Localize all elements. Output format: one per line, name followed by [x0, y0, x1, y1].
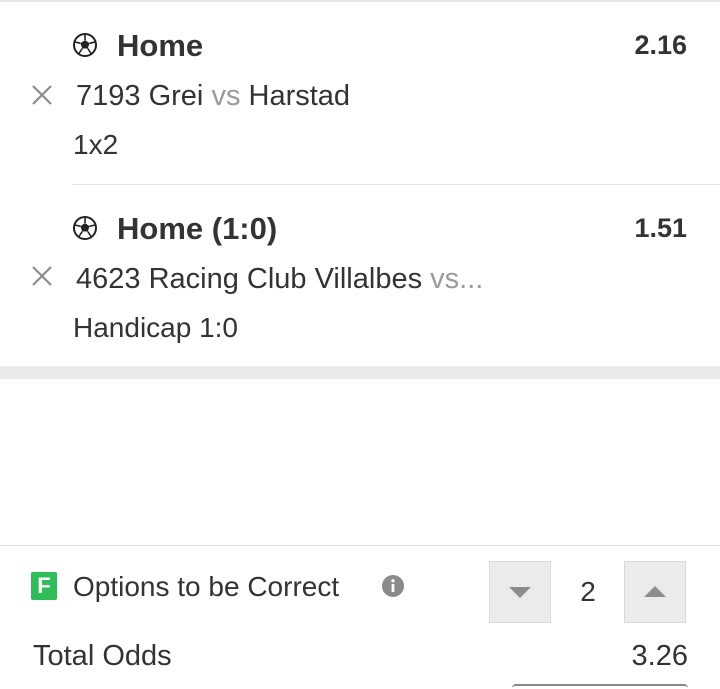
increase-button[interactable] [624, 561, 686, 623]
total-odds-label: Total Odds [33, 640, 172, 672]
odds-value: 2.16 [634, 30, 687, 60]
vs-label: vs [211, 80, 241, 112]
match-id: 7193 [76, 80, 141, 112]
pick-label: Home [117, 28, 204, 63]
total-odds-value: 3.26 [631, 640, 688, 672]
match-name: 7193 Grei vs Harstad [76, 80, 350, 113]
close-icon[interactable] [30, 264, 54, 288]
vs-label: vs... [430, 263, 484, 295]
section-separator [0, 366, 720, 379]
options-label: Options to be Correct [73, 571, 340, 602]
footer-border [0, 545, 720, 546]
match-id: 4623 [76, 263, 141, 295]
close-icon[interactable] [30, 83, 54, 107]
pick-label: Home (1:0) [117, 211, 278, 246]
soccer-ball-icon [73, 216, 97, 240]
market-label: Handicap 1:0 [73, 312, 239, 343]
match-name: 4623 Racing Club Villalbes vs... [76, 263, 483, 296]
bet-selection: Home 2.16 7193 Grei vs Harstad 1x2 [0, 0, 720, 184]
home-team: Grei [148, 80, 204, 112]
soccer-ball-icon [73, 33, 97, 57]
decrease-button[interactable] [489, 561, 551, 623]
info-icon[interactable] [381, 574, 405, 598]
caret-up-icon [644, 586, 666, 597]
bet-selection: Home (1:0) 1.51 4623 Racing Club Villalb… [0, 185, 720, 365]
flexi-icon: F [31, 572, 57, 600]
odds-value: 1.51 [634, 213, 687, 243]
options-value: 2 [580, 576, 596, 607]
market-label: 1x2 [73, 129, 119, 160]
away-team: Harstad [248, 80, 351, 112]
caret-down-icon [509, 587, 531, 598]
home-team: Racing Club Villalbes [148, 263, 423, 295]
